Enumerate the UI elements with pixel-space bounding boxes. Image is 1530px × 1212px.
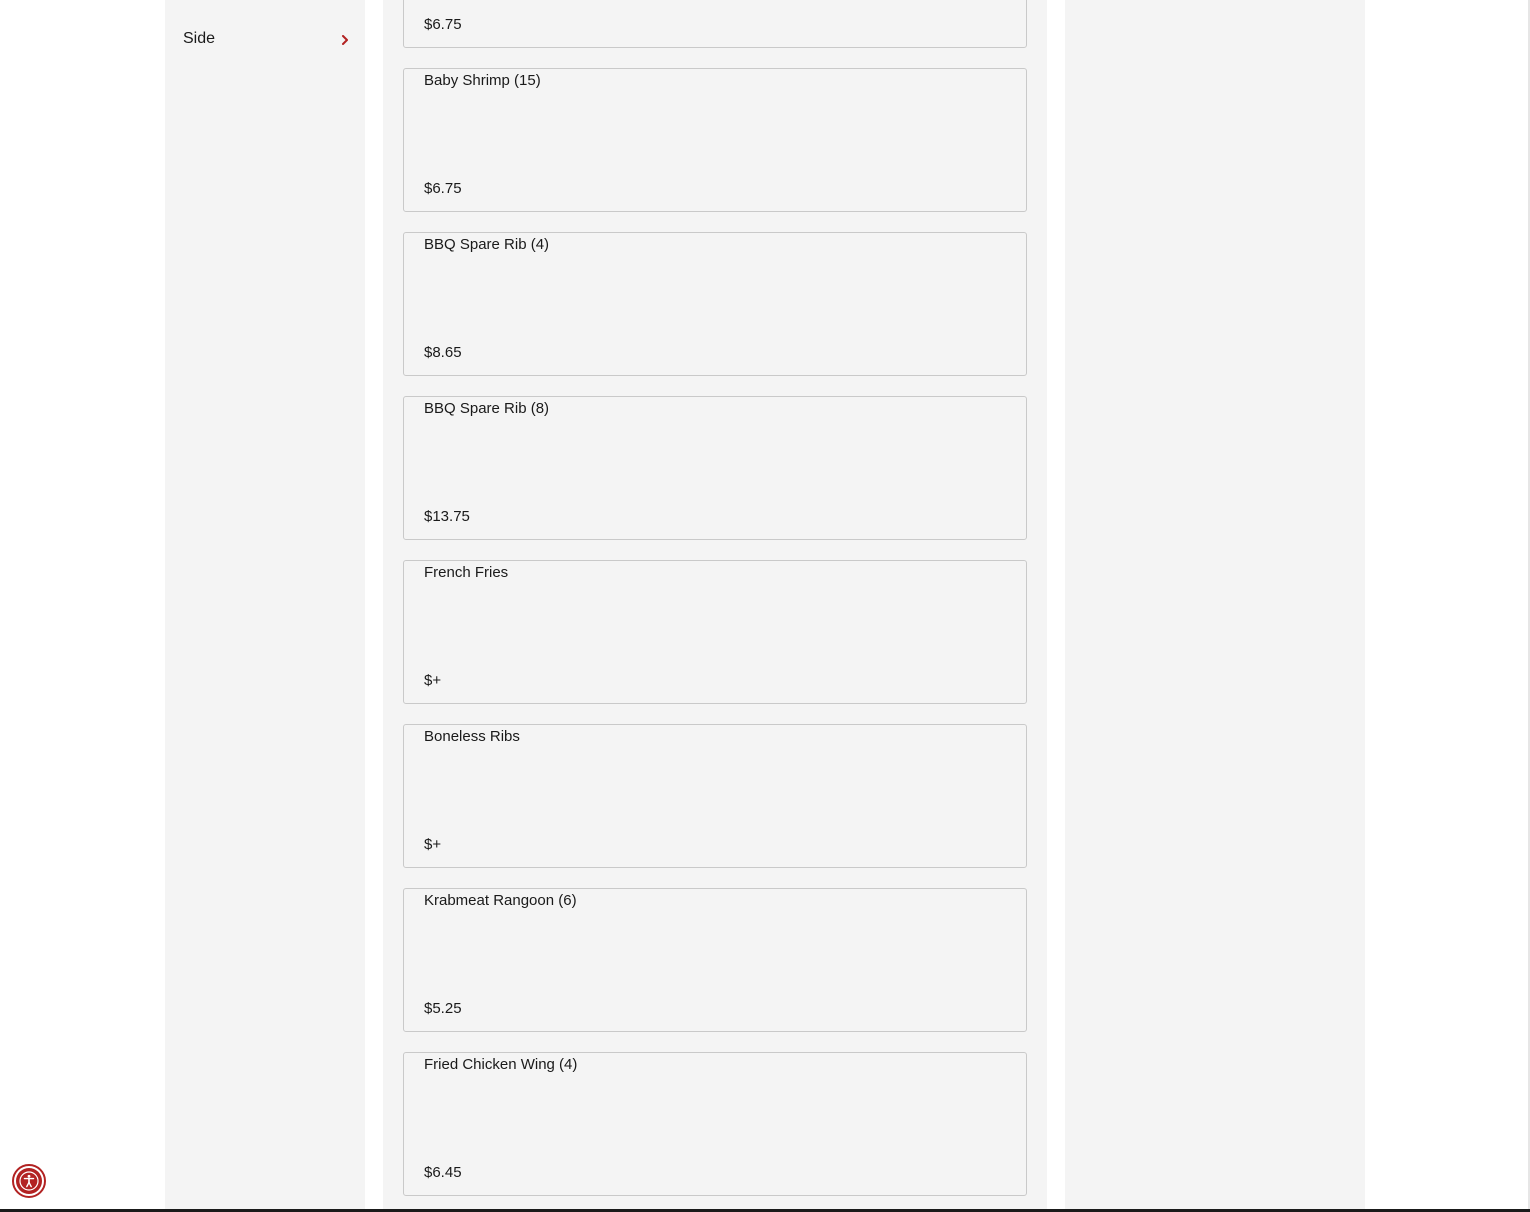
menu-item-card[interactable]: Fried Chicken Wing (4) $6.45 xyxy=(403,1052,1027,1196)
menu-item-name: French Fries xyxy=(424,564,509,581)
menu-item-name: BBQ Spare Rib (4) xyxy=(424,236,550,253)
menu-item-price: $13.75 xyxy=(424,508,470,525)
sidebar-item-side[interactable]: Side xyxy=(165,6,365,72)
menu-item-card[interactable]: Krabmeat Rangoon (6) $5.25 xyxy=(403,888,1027,1032)
menu-item-card[interactable]: BBQ Spare Rib (8) $13.75 xyxy=(403,396,1027,540)
sidebar-item-label: Side xyxy=(183,30,216,47)
menu-item-name: Krabmeat Rangoon (6) xyxy=(424,892,577,909)
order-panel xyxy=(1065,0,1365,1212)
menu-item-card[interactable]: French Fries $+ xyxy=(403,560,1027,704)
menu-item-price: $6.75 xyxy=(424,180,462,197)
menu-item-card[interactable]: BBQ Spare Rib (4) $8.65 xyxy=(403,232,1027,376)
menu-item-list: $6.75 Baby Shrimp (15) $6.75 BBQ Spare R… xyxy=(383,0,1047,1212)
menu-item-card[interactable]: Boneless Ribs $+ xyxy=(403,724,1027,868)
menu-item-name: Boneless Ribs xyxy=(424,728,520,745)
category-sidebar: Side xyxy=(165,0,365,1212)
menu-item-price: $+ xyxy=(424,836,442,853)
menu-item-price: $6.45 xyxy=(424,1164,462,1181)
chevron-right-icon xyxy=(342,35,348,45)
accessibility-button[interactable] xyxy=(12,1164,46,1198)
menu-item-name: Baby Shrimp (15) xyxy=(424,72,541,89)
menu-item-card[interactable]: Baby Shrimp (15) $6.75 xyxy=(403,68,1027,212)
menu-item-name: BBQ Spare Rib (8) xyxy=(424,400,550,417)
menu-item-price: $+ xyxy=(424,672,442,689)
menu-item-price: $8.65 xyxy=(424,344,462,361)
menu-item-name: Fried Chicken Wing (4) xyxy=(424,1056,578,1073)
menu-item-card[interactable]: $6.75 xyxy=(403,0,1027,48)
menu-item-price: $5.25 xyxy=(424,1000,462,1017)
accessibility-icon xyxy=(16,1168,42,1194)
menu-item-price: $6.75 xyxy=(424,16,462,33)
page: Side $6.75 Baby Shrimp (15) $6.75 BBQ Sp… xyxy=(0,0,1530,1212)
